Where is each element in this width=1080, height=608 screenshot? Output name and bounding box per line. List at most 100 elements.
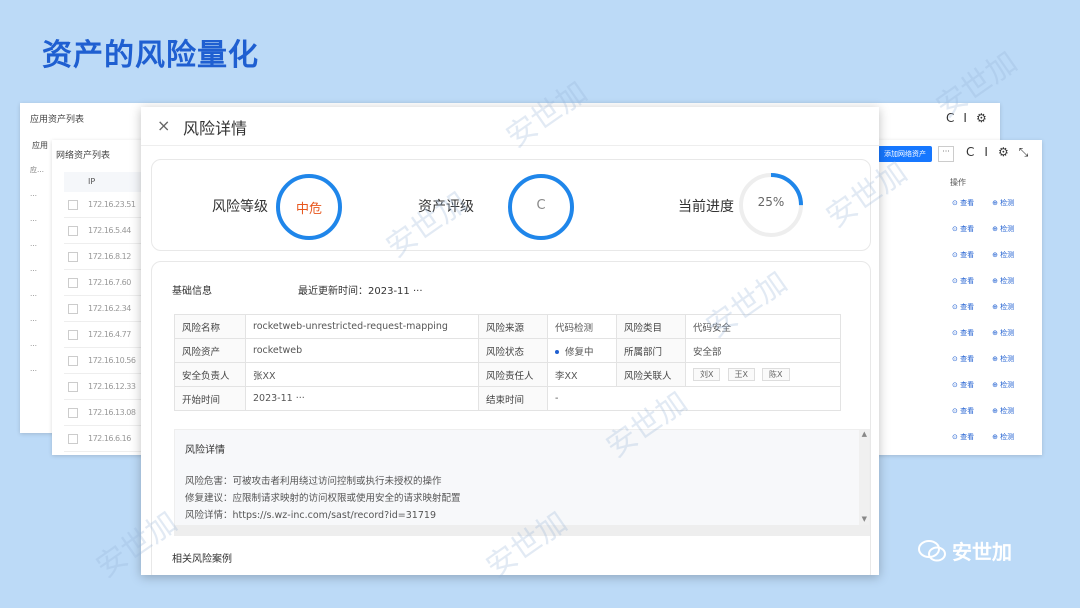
refresh-icon[interactable]: C bbox=[946, 111, 954, 125]
fix-advice: 修复建议：应限制请求映射的访问权限或使用安全的请求映射配置 bbox=[185, 493, 461, 504]
settings-icon[interactable]: ⚙ bbox=[976, 111, 987, 125]
status-text: 修复中 bbox=[565, 346, 594, 358]
view-link[interactable]: ⊙ 查看 bbox=[952, 354, 974, 364]
detect-link[interactable]: ⊕ 检测 bbox=[992, 276, 1014, 286]
view-link[interactable]: ⊙ 查看 bbox=[952, 432, 974, 442]
row-checkbox[interactable] bbox=[68, 408, 78, 418]
more-button[interactable]: ··· bbox=[938, 146, 954, 162]
detect-link[interactable]: ⊕ 检测 bbox=[992, 328, 1014, 338]
cell-key: 风险类目 bbox=[616, 314, 686, 339]
column-height-icon[interactable]: I bbox=[963, 111, 967, 125]
ip-address: 172.16.10.56 bbox=[88, 356, 136, 365]
row-checkbox[interactable] bbox=[68, 226, 78, 236]
view-link[interactable]: ⊙ 查看 bbox=[952, 380, 974, 390]
row-checkbox[interactable] bbox=[68, 200, 78, 210]
asset-rating-metric: 资产评级 C bbox=[392, 160, 632, 250]
settings-icon[interactable]: ⚙ bbox=[998, 145, 1009, 160]
close-icon[interactable]: × bbox=[157, 116, 170, 135]
table-row[interactable]: 172.16.13.08 bbox=[64, 400, 152, 426]
scroll-up-icon[interactable]: ▲ bbox=[862, 430, 867, 438]
cell-key: 结束时间 bbox=[478, 386, 548, 411]
risk-summary-card: 风险等级 中危 资产评级 C 当前进度 25% bbox=[151, 159, 871, 251]
basic-info-table: 风险名称 rocketweb-unrestricted-request-mapp… bbox=[174, 314, 841, 411]
asset-rating-label: 资产评级 bbox=[418, 199, 474, 215]
risk-detail-link[interactable]: 风险详情：https://s.wz-inc.com/sast/record?id… bbox=[185, 507, 436, 521]
row-checkbox[interactable] bbox=[68, 434, 78, 444]
detect-link[interactable]: ⊕ 检测 bbox=[992, 224, 1014, 234]
table-row: 风险资产 rocketweb 风险状态 修复中 所属部门 安全部 bbox=[174, 338, 841, 363]
slide-title: 资产的风险量化 bbox=[42, 38, 259, 73]
view-link[interactable]: ⊙ 查看 bbox=[952, 224, 974, 234]
add-network-asset-button[interactable]: 添加网络资产 bbox=[878, 146, 932, 162]
tags-cell: 刘X 王X 陈X bbox=[685, 362, 841, 387]
basic-info-card: 基础信息 最近更新时间：2023-11 ··· 风险名称 rocketweb-u… bbox=[151, 261, 871, 575]
detect-link[interactable]: ⊕ 检测 bbox=[992, 380, 1014, 390]
detect-link[interactable]: ⊕ 检测 bbox=[992, 354, 1014, 364]
row-actions: ⊙ 查看 ⊕ 检测 bbox=[952, 250, 1014, 260]
app-list-title: 应用资产列表 bbox=[30, 115, 85, 125]
cell-key: 开始时间 bbox=[174, 386, 246, 411]
cell-value: 张XX bbox=[245, 362, 479, 387]
table-row[interactable]: 172.16.23.51 bbox=[64, 192, 152, 218]
table-row: 开始时间 2023-11 ··· 结束时间 - bbox=[174, 386, 841, 411]
row-checkbox[interactable] bbox=[68, 356, 78, 366]
risk-level-metric: 风险等级 中危 bbox=[152, 160, 392, 250]
vertical-scrollbar[interactable]: ▲ ▼ bbox=[859, 430, 869, 535]
table-row[interactable]: 172.16.4.77 bbox=[64, 322, 152, 348]
person-tag[interactable]: 王X bbox=[727, 368, 755, 381]
table-row[interactable]: 172.16.8.12 bbox=[64, 244, 152, 270]
ip-address: 172.16.6.16 bbox=[88, 434, 131, 443]
view-link[interactable]: ⊙ 查看 bbox=[952, 276, 974, 286]
cell-value: 2023-11 ··· bbox=[245, 386, 479, 411]
column-height-icon[interactable]: I bbox=[984, 145, 988, 160]
detect-link[interactable]: ⊕ 检测 bbox=[992, 406, 1014, 416]
ip-address: 172.16.2.34 bbox=[88, 304, 131, 313]
cell-key: 风险关联人 bbox=[616, 362, 686, 387]
table-row[interactable]: 172.16.2.34 bbox=[64, 296, 152, 322]
risk-level-ring: 中危 bbox=[276, 174, 342, 240]
row-actions: ⊙ 查看 ⊕ 检测 bbox=[952, 328, 1014, 338]
basic-info-title: 基础信息 bbox=[172, 286, 212, 297]
view-link[interactable]: ⊙ 查看 bbox=[952, 198, 974, 208]
status-cell: 修复中 bbox=[547, 338, 617, 363]
view-link[interactable]: ⊙ 查看 bbox=[952, 406, 974, 416]
row-checkbox[interactable] bbox=[68, 304, 78, 314]
row-checkbox[interactable] bbox=[68, 278, 78, 288]
divider bbox=[141, 145, 879, 146]
view-link[interactable]: ⊙ 查看 bbox=[952, 302, 974, 312]
person-tag[interactable]: 刘X bbox=[693, 368, 721, 381]
scroll-down-icon[interactable]: ▼ bbox=[862, 515, 867, 523]
app-list-header: 应用 bbox=[32, 141, 48, 150]
cell-value: rocketweb-unrestricted-request-mapping bbox=[245, 314, 479, 339]
modal-title: 风险详情 bbox=[183, 119, 248, 138]
cell-key: 风险来源 bbox=[478, 314, 548, 339]
cell-value: - bbox=[547, 386, 841, 411]
view-link[interactable]: ⊙ 查看 bbox=[952, 328, 974, 338]
row-checkbox[interactable] bbox=[68, 382, 78, 392]
cell-key: 风险名称 bbox=[174, 314, 246, 339]
row-actions: ⊙ 查看 ⊕ 检测 bbox=[952, 380, 1014, 390]
ip-column-header: IP bbox=[64, 172, 152, 192]
horizontal-scrollbar[interactable] bbox=[175, 525, 869, 535]
person-tag[interactable]: 陈X bbox=[762, 368, 790, 381]
row-checkbox[interactable] bbox=[68, 330, 78, 340]
progress-label: 当前进度 bbox=[678, 199, 734, 215]
row-checkbox[interactable] bbox=[68, 252, 78, 262]
risk-harm: 风险危害：可被攻击者利用绕过访问控制或执行未授权的操作 bbox=[185, 476, 442, 487]
ip-address: 172.16.13.08 bbox=[88, 408, 136, 417]
ip-address: 172.16.8.12 bbox=[88, 252, 131, 261]
ops-column-header: 操作 bbox=[950, 178, 966, 187]
refresh-icon[interactable]: C bbox=[966, 145, 974, 160]
table-row[interactable]: 172.16.5.44 bbox=[64, 218, 152, 244]
detect-link[interactable]: ⊕ 检测 bbox=[992, 432, 1014, 442]
ip-address: 172.16.23.51 bbox=[88, 200, 136, 209]
table-row[interactable]: 172.16.7.60 bbox=[64, 270, 152, 296]
view-link[interactable]: ⊙ 查看 bbox=[952, 250, 974, 260]
detect-link[interactable]: ⊕ 检测 bbox=[992, 198, 1014, 208]
table-row[interactable]: 172.16.10.56 bbox=[64, 348, 152, 374]
detect-link[interactable]: ⊕ 检测 bbox=[992, 250, 1014, 260]
fullscreen-icon[interactable]: ⤡ bbox=[1019, 145, 1029, 160]
table-row[interactable]: 172.16.6.16 bbox=[64, 426, 152, 452]
detect-link[interactable]: ⊕ 检测 bbox=[992, 302, 1014, 312]
table-row[interactable]: 172.16.12.33 bbox=[64, 374, 152, 400]
